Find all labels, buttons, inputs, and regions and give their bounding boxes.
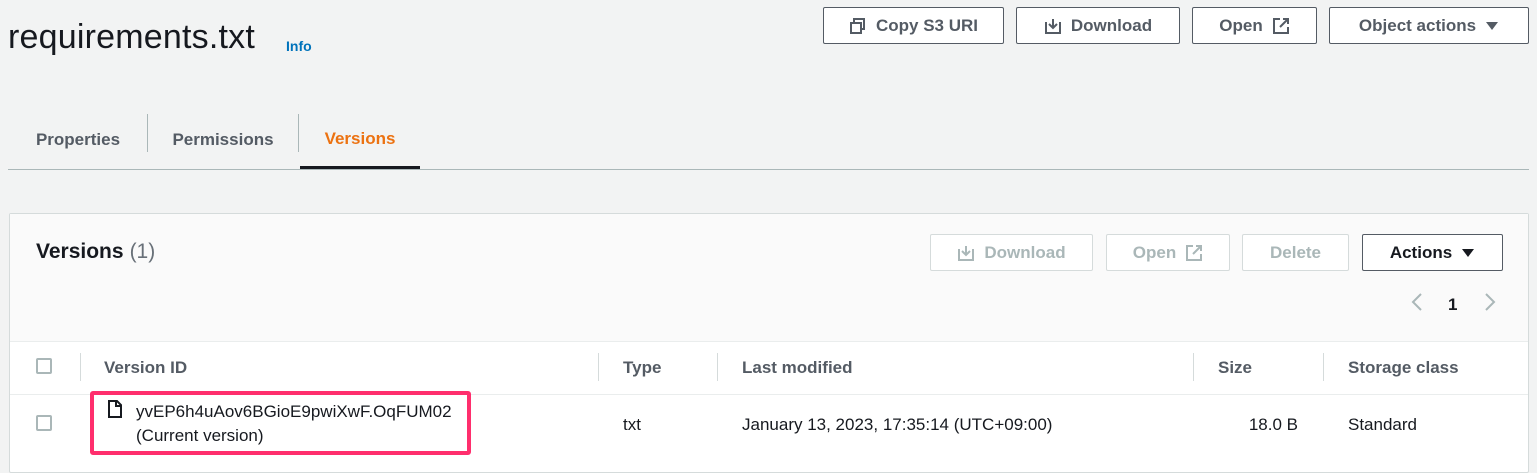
version-delete-label: Delete xyxy=(1269,242,1322,262)
copy-s3-uri-button[interactable]: Copy S3 URI xyxy=(823,7,1004,44)
versions-title-text: Versions xyxy=(36,240,124,263)
version-actions-button[interactable]: Actions xyxy=(1362,234,1503,271)
version-download-label: Download xyxy=(984,242,1066,262)
select-all-checkbox[interactable] xyxy=(36,358,52,374)
versions-panel-header: Versions (1) Download Open Delete Actions xyxy=(10,214,1528,342)
download-label: Download xyxy=(1070,15,1153,35)
cell-storage-class: Standard xyxy=(1348,415,1417,434)
object-actions-button[interactable]: Object actions xyxy=(1329,7,1529,44)
column-header-version-id[interactable]: Version ID xyxy=(104,358,187,378)
version-actions-label: Actions xyxy=(1389,242,1453,262)
column-divider xyxy=(717,353,718,381)
version-download-button[interactable]: Download xyxy=(930,234,1093,271)
page-number[interactable]: 1 xyxy=(1448,295,1457,315)
column-divider xyxy=(1323,353,1324,381)
column-header-size[interactable]: Size xyxy=(1218,358,1252,378)
version-open-button[interactable]: Open xyxy=(1106,234,1230,271)
cell-last-modified: January 13, 2023, 17:35:14 (UTC+09:00) xyxy=(742,415,1053,434)
column-divider xyxy=(80,353,81,381)
chevron-left-icon[interactable] xyxy=(1410,292,1424,318)
cell-type: txt xyxy=(623,415,641,434)
external-link-icon xyxy=(1272,17,1290,35)
tab-bar: Properties Permissions Versions xyxy=(8,112,1529,170)
open-button[interactable]: Open xyxy=(1192,7,1317,44)
copy-s3-uri-label: Copy S3 URI xyxy=(875,15,979,35)
column-divider xyxy=(598,353,599,381)
object-actions-label: Object actions xyxy=(1358,15,1477,35)
download-button[interactable]: Download xyxy=(1016,7,1180,44)
versions-panel: Versions (1) Download Open Delete Actions xyxy=(9,213,1529,473)
copy-icon xyxy=(849,17,867,35)
cell-size: 18.0 B xyxy=(1248,415,1298,434)
highlight-box xyxy=(90,391,471,455)
caret-down-icon xyxy=(1461,244,1475,262)
tab-properties[interactable]: Properties xyxy=(8,112,148,168)
versions-count: (1) xyxy=(129,240,156,263)
open-label: Open xyxy=(1219,15,1263,35)
column-header-last-modified[interactable]: Last modified xyxy=(742,358,853,378)
column-header-type[interactable]: Type xyxy=(623,358,661,378)
version-delete-button[interactable]: Delete xyxy=(1242,234,1349,271)
column-header-storage-class[interactable]: Storage class xyxy=(1348,358,1459,378)
tab-permissions[interactable]: Permissions xyxy=(148,112,298,168)
chevron-right-icon[interactable] xyxy=(1483,292,1497,318)
info-link[interactable]: Info xyxy=(286,38,312,54)
column-divider xyxy=(1193,353,1194,381)
tab-divider xyxy=(298,114,299,152)
row-checkbox[interactable] xyxy=(36,415,52,431)
versions-title: Versions (1) xyxy=(36,240,155,264)
download-icon xyxy=(1044,17,1062,35)
page-title: requirements.txt xyxy=(8,18,255,56)
caret-down-icon xyxy=(1485,17,1499,35)
external-link-icon xyxy=(1185,244,1203,262)
version-open-label: Open xyxy=(1132,242,1177,262)
pagination: 1 xyxy=(1410,292,1497,318)
download-icon xyxy=(957,244,975,262)
tab-versions[interactable]: Versions xyxy=(300,112,420,169)
